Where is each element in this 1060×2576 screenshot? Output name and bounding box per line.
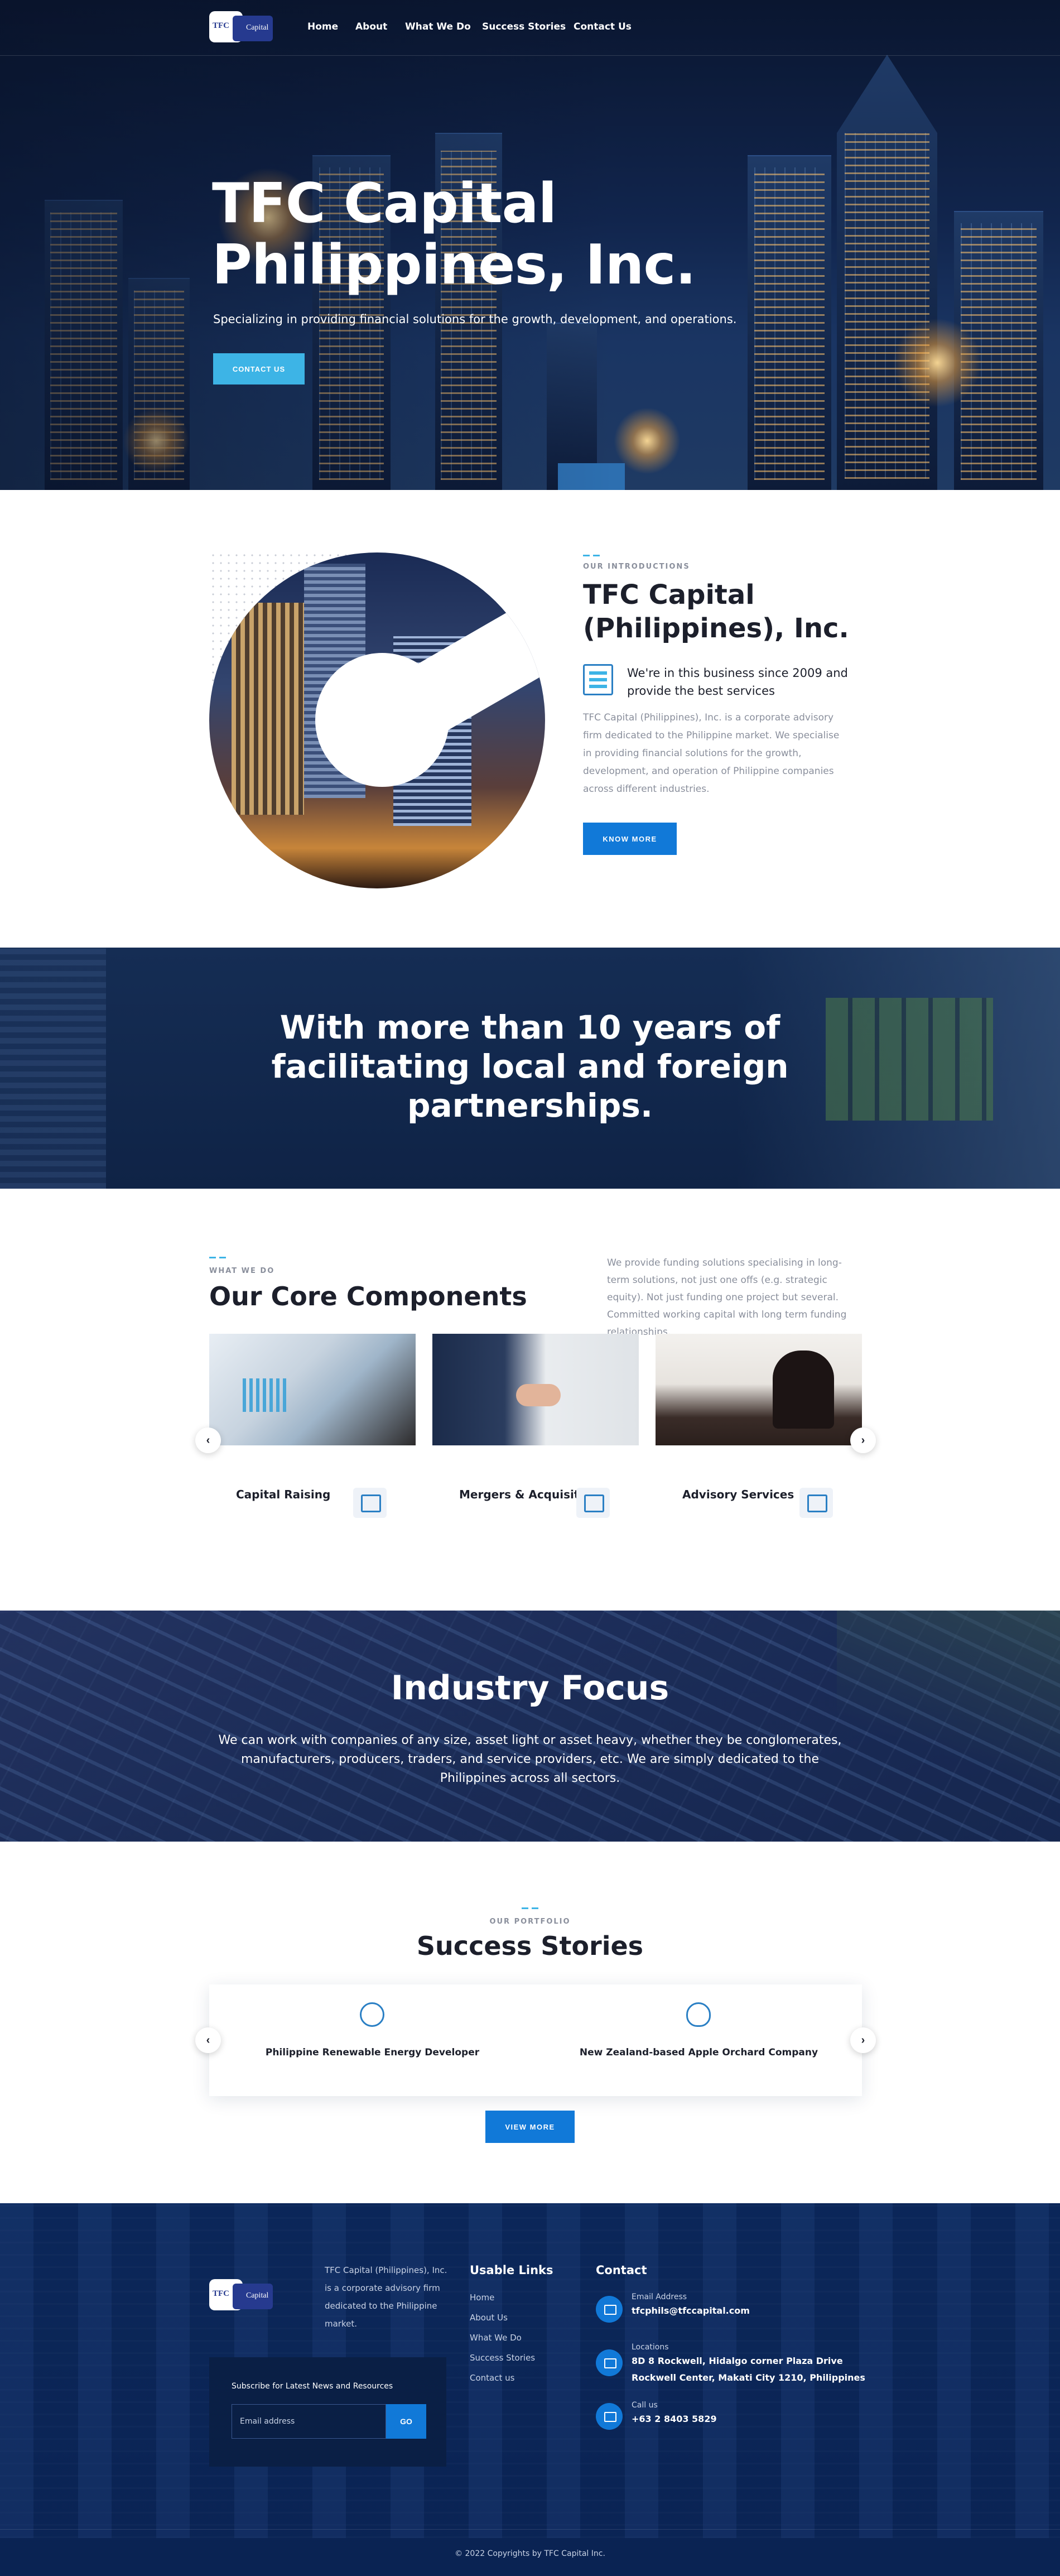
contact-label: Email Address bbox=[632, 2293, 687, 2301]
intro-city-image bbox=[209, 552, 545, 888]
logo-text: TFC bbox=[213, 21, 229, 30]
email-input[interactable] bbox=[232, 2404, 386, 2439]
card-photo bbox=[656, 1334, 862, 1445]
contact-email[interactable]: tfcphils@tfccapital.com bbox=[632, 2303, 866, 2319]
apple-icon bbox=[686, 2002, 711, 2027]
business-document-icon bbox=[583, 664, 613, 695]
stories-prev-button[interactable]: ‹ bbox=[195, 2027, 221, 2053]
contact-label: Locations bbox=[632, 2343, 669, 2352]
partnership-banner: With more than 10 years of facilitating … bbox=[0, 948, 1060, 1189]
chart-document-icon bbox=[353, 1488, 387, 1518]
nav-link-what-we-do[interactable]: What We Do bbox=[405, 21, 471, 32]
hero-subtitle: Specializing in providing financial solu… bbox=[213, 313, 737, 326]
footer-about: TFC Capital (Philippines), Inc. is a cor… bbox=[325, 2265, 447, 2329]
success-stories-section: OUR PORTFOLIO Success Stories Philippine… bbox=[0, 1842, 1060, 2203]
contact-phone[interactable]: +63 2 8403 5829 bbox=[632, 2411, 866, 2428]
eyebrow-dash bbox=[583, 555, 600, 556]
location-pin-icon bbox=[596, 2349, 623, 2376]
component-card[interactable]: Mergers & Acquisition bbox=[432, 1334, 639, 1557]
stories-carousel: Philippine Renewable Energy Developer Ne… bbox=[209, 1984, 862, 2096]
industry-text: We can work with companies of any size, … bbox=[218, 1733, 842, 1785]
success-eyebrow: OUR PORTFOLIO bbox=[489, 1917, 571, 1926]
footer-link-home[interactable]: Home bbox=[470, 2293, 494, 2303]
card-photo bbox=[432, 1334, 639, 1445]
view-more-button[interactable]: VIEW MORE bbox=[485, 2111, 575, 2143]
card-label: Capital Raising bbox=[236, 1488, 331, 1501]
story-item[interactable]: New Zealand-based Apple Orchard Company bbox=[536, 1984, 862, 2096]
site-logo[interactable]: TFC Capital bbox=[209, 8, 276, 47]
footer-logo[interactable]: TFC Capital bbox=[209, 2276, 276, 2315]
dollar-hand-icon bbox=[799, 1488, 833, 1518]
contact-heading: Contact bbox=[596, 2263, 647, 2277]
nav-link-success-stories[interactable]: Success Stories bbox=[482, 21, 566, 32]
banner-text: With more than 10 years of facilitating … bbox=[271, 1008, 789, 1124]
footer-link-about-us[interactable]: About Us bbox=[470, 2313, 508, 2323]
site-footer: TFC Capital TFC Capital (Philippines), I… bbox=[0, 2203, 1060, 2576]
component-card[interactable]: Advisory Services bbox=[656, 1334, 862, 1557]
contact-address: 8D 8 Rockwell, Hidalgo corner Plaza Driv… bbox=[632, 2356, 865, 2383]
carousel-next-button[interactable]: › bbox=[850, 1428, 876, 1453]
hero-title: TFC Capital Philippines, Inc. bbox=[212, 172, 696, 297]
main-navigation: TFC Capital Home About What We Do Succes… bbox=[0, 0, 1060, 56]
industry-title: Industry Focus bbox=[391, 1669, 669, 1708]
footer-divider bbox=[0, 2529, 1060, 2530]
story-label: Philippine Renewable Energy Developer bbox=[265, 2047, 480, 2058]
card-photo bbox=[209, 1334, 416, 1445]
logo-text: TFC bbox=[213, 2289, 229, 2298]
copyright-text: © 2022 Copyrights by TFC Capital Inc. bbox=[455, 2549, 605, 2558]
hero-section: TFC Capital Home About What We Do Succes… bbox=[0, 0, 1060, 490]
know-more-button[interactable]: KNOW MORE bbox=[583, 823, 677, 855]
core-title: Our Core Components bbox=[209, 1281, 527, 1311]
core-description: We provide funding solutions specialisin… bbox=[607, 1257, 847, 1338]
street-light-glow bbox=[893, 318, 982, 407]
nav-link-home[interactable]: Home bbox=[307, 21, 338, 32]
success-title: Success Stories bbox=[416, 1931, 644, 1961]
story-item[interactable]: Philippine Renewable Energy Developer bbox=[209, 1984, 536, 2096]
component-card[interactable]: Capital Raising bbox=[209, 1334, 416, 1557]
nav-link-about[interactable]: About bbox=[355, 21, 387, 32]
logo-text: Capital bbox=[246, 2291, 269, 2300]
story-label: New Zealand-based Apple Orchard Company bbox=[579, 2047, 818, 2058]
intro-eyebrow: OUR INTRODUCTIONS bbox=[583, 563, 690, 571]
subscribe-label: Subscribe for Latest News and Resources bbox=[232, 2382, 393, 2391]
intro-body: TFC Capital (Philippines), Inc. is a cor… bbox=[583, 712, 840, 795]
footer-link-contact-us[interactable]: Contact us bbox=[470, 2373, 514, 2383]
handshake-icon bbox=[576, 1488, 610, 1518]
card-label: Advisory Services bbox=[682, 1488, 794, 1501]
contact-us-button[interactable]: CONTACT US bbox=[213, 353, 305, 385]
introduction-section: OUR INTRODUCTIONS TFC Capital (Philippin… bbox=[0, 490, 1060, 948]
nav-link-contact-us[interactable]: Contact Us bbox=[574, 21, 632, 32]
eyebrow-dash bbox=[209, 1257, 226, 1258]
usable-links-heading: Usable Links bbox=[470, 2263, 553, 2277]
logo-text: Capital bbox=[246, 23, 269, 32]
core-eyebrow: WHAT WE DO bbox=[209, 1267, 275, 1275]
email-icon bbox=[596, 2296, 623, 2323]
core-components-section: WHAT WE DO Our Core Components We provid… bbox=[0, 1189, 1060, 1611]
intro-since-text: We're in this business since 2009 and pr… bbox=[627, 666, 848, 698]
subscribe-button[interactable]: GO bbox=[386, 2404, 426, 2439]
eyebrow-dash bbox=[522, 1907, 538, 1909]
subscribe-box: Subscribe for Latest News and Resources … bbox=[209, 2357, 446, 2467]
intro-title: TFC Capital (Philippines), Inc. bbox=[583, 579, 849, 644]
hero-building bbox=[837, 55, 937, 490]
sun-icon bbox=[360, 2002, 384, 2027]
phone-icon bbox=[596, 2403, 623, 2430]
stories-next-button[interactable]: › bbox=[850, 2027, 876, 2053]
contact-label: Call us bbox=[632, 2401, 658, 2410]
industry-focus-section: Industry Focus We can work with companie… bbox=[0, 1611, 1060, 1842]
footer-link-success-stories[interactable]: Success Stories bbox=[470, 2353, 535, 2363]
carousel-prev-button[interactable]: ‹ bbox=[195, 1428, 221, 1453]
footer-link-what-we-do[interactable]: What We Do bbox=[470, 2333, 522, 2343]
